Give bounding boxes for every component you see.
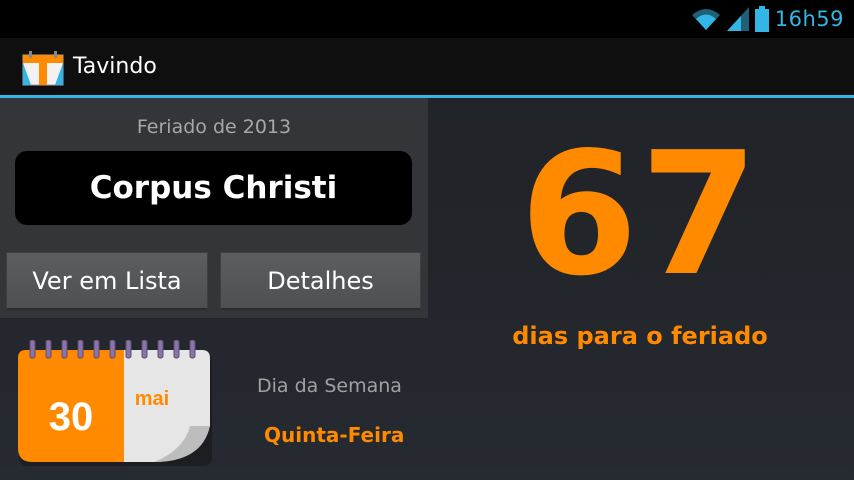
status-icons: 16h59 <box>691 6 844 32</box>
app-title: Tavindo <box>73 54 157 79</box>
calendar-day: 30 <box>49 395 94 439</box>
weekday-value: Quinta-Feira <box>264 423 405 447</box>
status-bar: 16h59 <box>0 0 854 38</box>
holiday-panel: Feriado de 2013 Corpus Christi Ver em Li… <box>0 98 428 318</box>
calendar-date-icon: 30 mai <box>18 340 212 466</box>
calendar-logo-icon[interactable] <box>19 49 67 87</box>
battery-icon <box>754 6 769 32</box>
details-button[interactable]: Detalhes <box>220 252 421 310</box>
wifi-icon <box>691 9 720 30</box>
days-remaining-count: 67 <box>519 116 761 314</box>
holiday-year-label: Feriado de 2013 <box>136 116 292 138</box>
days-remaining-caption: dias para o feriado <box>512 322 768 350</box>
weekday-label: Dia da Semana <box>257 375 402 397</box>
holiday-name-box[interactable]: Corpus Christi <box>15 151 412 225</box>
signal-icon <box>726 7 749 31</box>
view-list-button[interactable]: Ver em Lista <box>6 252 208 310</box>
holiday-name: Corpus Christi <box>89 170 338 206</box>
action-bar: Tavindo <box>0 38 854 98</box>
status-time: 16h59 <box>774 7 844 31</box>
calendar-month: mai <box>135 388 169 410</box>
